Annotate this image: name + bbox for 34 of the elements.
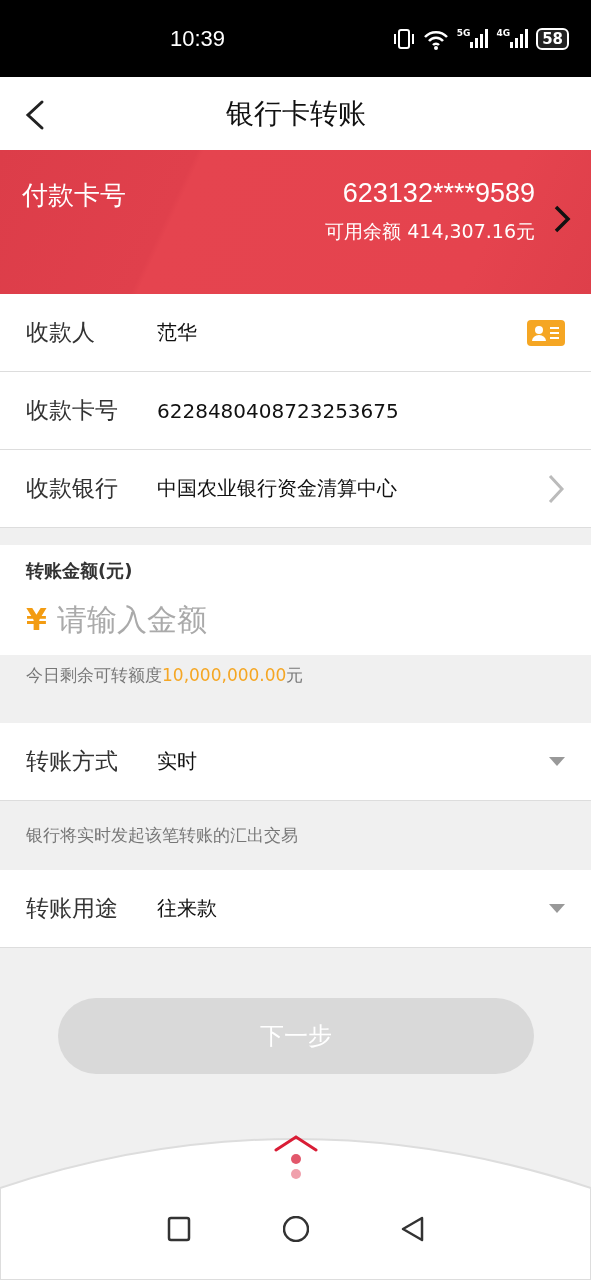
dropdown-icon[interactable] <box>549 904 565 913</box>
signal-icon <box>510 28 529 49</box>
dropdown-icon[interactable] <box>549 757 565 766</box>
network-type: 4G <box>496 28 511 38</box>
field-label: 转账方式 <box>26 747 119 776</box>
field-value[interactable]: 实时 <box>157 748 197 775</box>
signal-icon <box>470 28 489 49</box>
field-label: 转账用途 <box>26 894 119 923</box>
field-label: 收款卡号 <box>26 396 119 425</box>
status-time: 10:39 <box>170 25 226 52</box>
card-label: 付款卡号 <box>22 179 126 212</box>
quota-text: 今日剩余可转额度10,000,000.00元 <box>26 663 304 687</box>
battery-level: 58 <box>536 27 569 50</box>
vibrate-icon <box>392 27 415 50</box>
amount-label: 转账金额(元) <box>26 559 134 583</box>
back-icon[interactable] <box>400 1216 425 1242</box>
field-value[interactable]: 往来款 <box>157 895 217 922</box>
balance-text: 可用余额 414,307.16元 <box>325 219 535 244</box>
hint-text: 银行将实时发起该笔转账的汇出交易 <box>26 824 298 847</box>
page-title: 银行卡转账 <box>225 95 366 132</box>
field-label: 收款银行 <box>26 474 119 503</box>
field-value: 范华 <box>157 319 197 346</box>
field-label: 收款人 <box>26 318 96 347</box>
swipe-up-icon[interactable] <box>273 1134 318 1180</box>
back-icon[interactable] <box>24 99 46 131</box>
amount-field[interactable]: 请输入金额 <box>56 601 357 637</box>
chevron-icon[interactable] <box>553 204 571 234</box>
currency-symbol: ¥ <box>26 601 47 637</box>
recent-apps-icon[interactable] <box>166 1216 191 1242</box>
network-type: 5G <box>456 28 471 38</box>
field-value: 6228480408723253675 <box>157 398 399 423</box>
card-number: 623132****9589 <box>342 178 535 209</box>
field-value: 中国农业银行资金清算中心 <box>157 475 397 502</box>
home-icon[interactable] <box>282 1216 309 1242</box>
